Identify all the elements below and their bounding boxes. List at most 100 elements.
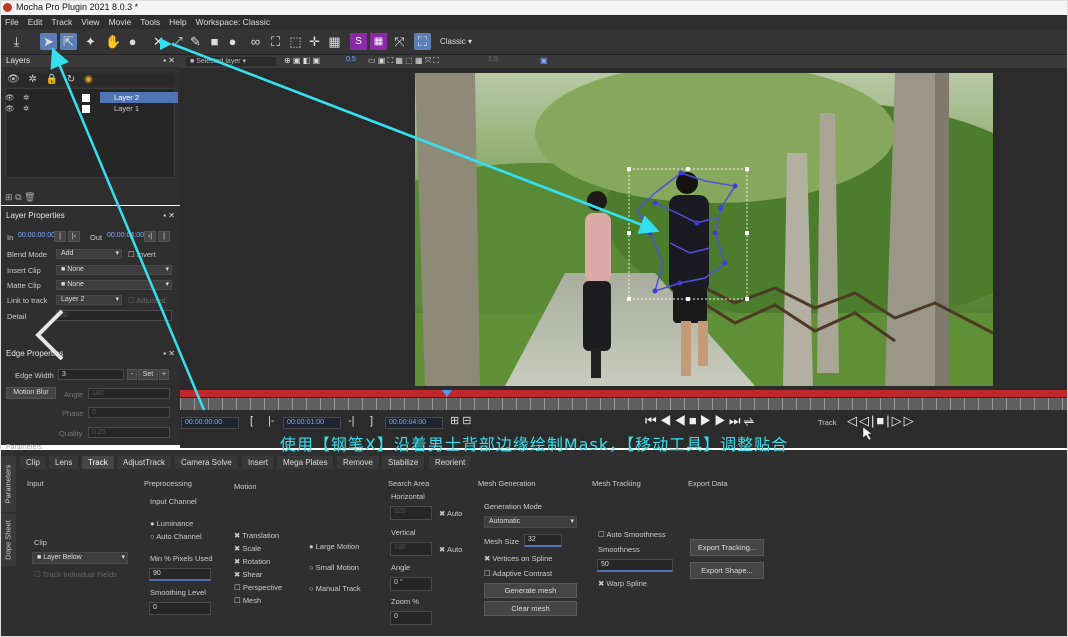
eye-icon[interactable]: 👁 [5,103,15,114]
layer-row-layer-2[interactable]: 👁 ✲ Layer 2 [5,92,178,103]
tab-camera-solve[interactable]: Camera Solve [175,456,239,469]
out-time-field[interactable]: 00:00:04:00 [104,231,144,242]
scale-checkbox[interactable]: ✖ Scale [234,544,261,553]
export-tracking-button[interactable]: Export Tracking... [690,539,764,556]
smoothing-level-field[interactable]: 0 [149,602,211,615]
tab-insert[interactable]: Insert [242,456,276,469]
back-chevron-icon[interactable] [30,305,70,365]
bezier-icon[interactable]: ⤢ [169,33,186,50]
panel-float-close-icon[interactable]: ▪ ✕ [163,55,175,67]
overlay-value[interactable]: 1.0 [488,56,498,63]
in-time-field[interactable]: 00:00:00:00 [15,231,55,242]
tab-adjusttrack[interactable]: AdjustTrack [117,456,172,469]
layer-name[interactable]: Layer 2 [100,92,178,103]
track-individual-fields-checkbox[interactable]: ☐ Track Individual Fields [34,570,117,579]
side-tab-dope-sheet[interactable]: Dope Sheet [0,514,16,566]
fit-icon[interactable]: ⛶ [414,33,431,50]
auto-channel-radio[interactable]: ○ Auto Channel [150,532,202,541]
circle-icon[interactable]: ● [224,33,241,50]
brush-icon[interactable]: ✎ [187,33,204,50]
gear-icon[interactable]: ✲ [23,103,29,114]
generation-mode-dropdown[interactable]: Automatic ▾ [484,516,577,528]
zoom-field[interactable]: 0 [390,611,432,625]
luminance-radio[interactable]: ● Luminance [150,519,193,528]
set-in-icon[interactable]: | [54,231,66,242]
shear-checkbox[interactable]: ✖ Shear [234,570,262,579]
side-tab-parameters[interactable]: Parameters [0,456,16,512]
gear-icon[interactable]: ✲ [23,92,29,103]
out-point-field[interactable]: 00:00:04:00 [385,417,443,429]
go-in-icon[interactable]: |‹ [68,231,80,242]
adjusted-checkbox[interactable]: ☐ Adjusted [128,296,166,305]
matte-clip-dropdown[interactable]: ■ None ▾ [56,280,172,290]
menu-tools[interactable]: Tools [135,15,164,29]
tab-track[interactable]: Track [82,456,115,469]
add-layer-icon[interactable]: ⊞ [5,192,13,202]
go-to-in-icon[interactable]: |- [268,415,275,427]
motion-blur-toggle[interactable]: Motion Blur [6,387,56,399]
link-icon[interactable]: ∞ [247,33,264,50]
set-out-point-icon[interactable]: ] [370,415,373,427]
mesh-size-field[interactable]: 32 [524,534,562,547]
keyframe-icons[interactable]: ⊞ ⊟ [450,414,472,427]
set-in-point-icon[interactable]: [ [250,415,253,427]
go-out-icon[interactable]: ›| [144,231,156,242]
tab-reorient[interactable]: Reorient [429,456,473,469]
delete-layer-icon[interactable]: 🗑 [24,192,35,202]
vertices-on-spline-checkbox[interactable]: ✖ Vertices on Spline [484,554,552,563]
menu-workspace[interactable]: Workspace: Classic [191,15,274,29]
track-controls-icon[interactable]: ◁◁|■|▷▷ [847,413,916,429]
tab-mega-plates[interactable]: Mega Plates [277,456,335,469]
menu-track[interactable]: Track [46,15,76,29]
clip-dropdown[interactable]: ■ Layer Below ▾ [32,552,128,564]
generate-mesh-button[interactable]: Generate mesh [484,583,577,598]
panel-float-close-icon[interactable]: ▪ ✕ [163,210,175,222]
layer-name[interactable]: Layer 1 [100,103,178,114]
visibility-icon[interactable]: 👁 [7,74,20,85]
current-time-field[interactable]: 00:00:00:00 [181,417,239,429]
warp-spline-checkbox[interactable]: ✖ Warp Spline [598,579,647,588]
layer-color-swatch[interactable] [82,105,90,113]
workspace-dropdown[interactable]: Classic ▾ [440,37,472,46]
playhead-marker-icon[interactable] [442,390,452,397]
layer-view-dropdown[interactable]: ■ Selected layer ▾ [186,57,276,66]
adaptive-contrast-checkbox[interactable]: ☐ Adaptive Contrast [484,569,552,578]
fit-view-icon[interactable]: ▣ [540,56,548,65]
timeline[interactable] [180,390,1068,412]
edge-width-plus-button[interactable]: + [159,369,169,380]
edge-width-minus-button[interactable]: - [127,369,137,380]
tab-lens[interactable]: Lens [49,456,80,469]
timeline-ruler[interactable] [180,398,1068,410]
large-motion-radio[interactable]: ● Large Motion [309,542,359,551]
settings-icon[interactable]: ✲ [28,74,36,85]
menu-view[interactable]: View [76,15,103,29]
invert-checkbox[interactable]: ☐ Invert [128,250,156,259]
magnet-icon[interactable]: ✦ [82,33,99,50]
purple-grid-icon[interactable]: ▦ [370,33,387,50]
move-icon[interactable]: ✛ [306,33,323,50]
export-icon[interactable]: ⤓ [8,33,25,50]
go-to-out-icon[interactable]: -| [348,415,355,427]
tab-clip[interactable]: Clip [20,456,47,469]
menu-edit[interactable]: Edit [23,15,47,29]
blend-mode-dropdown[interactable]: Add ▾ [56,249,122,259]
link-to-track-dropdown[interactable]: Layer 2 ▾ [56,295,122,305]
insert-clip-dropdown[interactable]: ■ None ▾ [56,265,172,275]
export-shape-button[interactable]: Export Shape... [690,562,764,579]
angle-field[interactable]: 180 [88,388,170,399]
smoothness-field[interactable]: 50 [597,559,673,572]
duplicate-layer-icon[interactable]: ⧉ [15,192,21,202]
detail-field[interactable]: 50 [56,310,172,321]
in-point-field[interactable]: 00:00:01:00 [283,417,341,429]
vertical-auto-checkbox[interactable]: ✖ Auto [439,545,462,554]
zoom-icon[interactable]: ● [124,33,141,50]
align-icon[interactable]: ⤧ [391,33,408,50]
min-pixels-field[interactable]: 90 [149,568,211,581]
manual-track-radio[interactable]: ○ Manual Track [309,584,361,593]
rect-icon[interactable]: ■ [206,33,223,50]
auto-smoothness-checkbox[interactable]: ☐ Auto Smoothness [598,530,666,539]
select-icon[interactable]: ➤ [40,33,57,50]
view-mode-icons[interactable]: ⊕ ▣ ◧ ▣ [284,56,320,65]
small-motion-radio[interactable]: ○ Small Motion [309,563,359,572]
transform-icon[interactable]: ⛶ [267,33,284,50]
